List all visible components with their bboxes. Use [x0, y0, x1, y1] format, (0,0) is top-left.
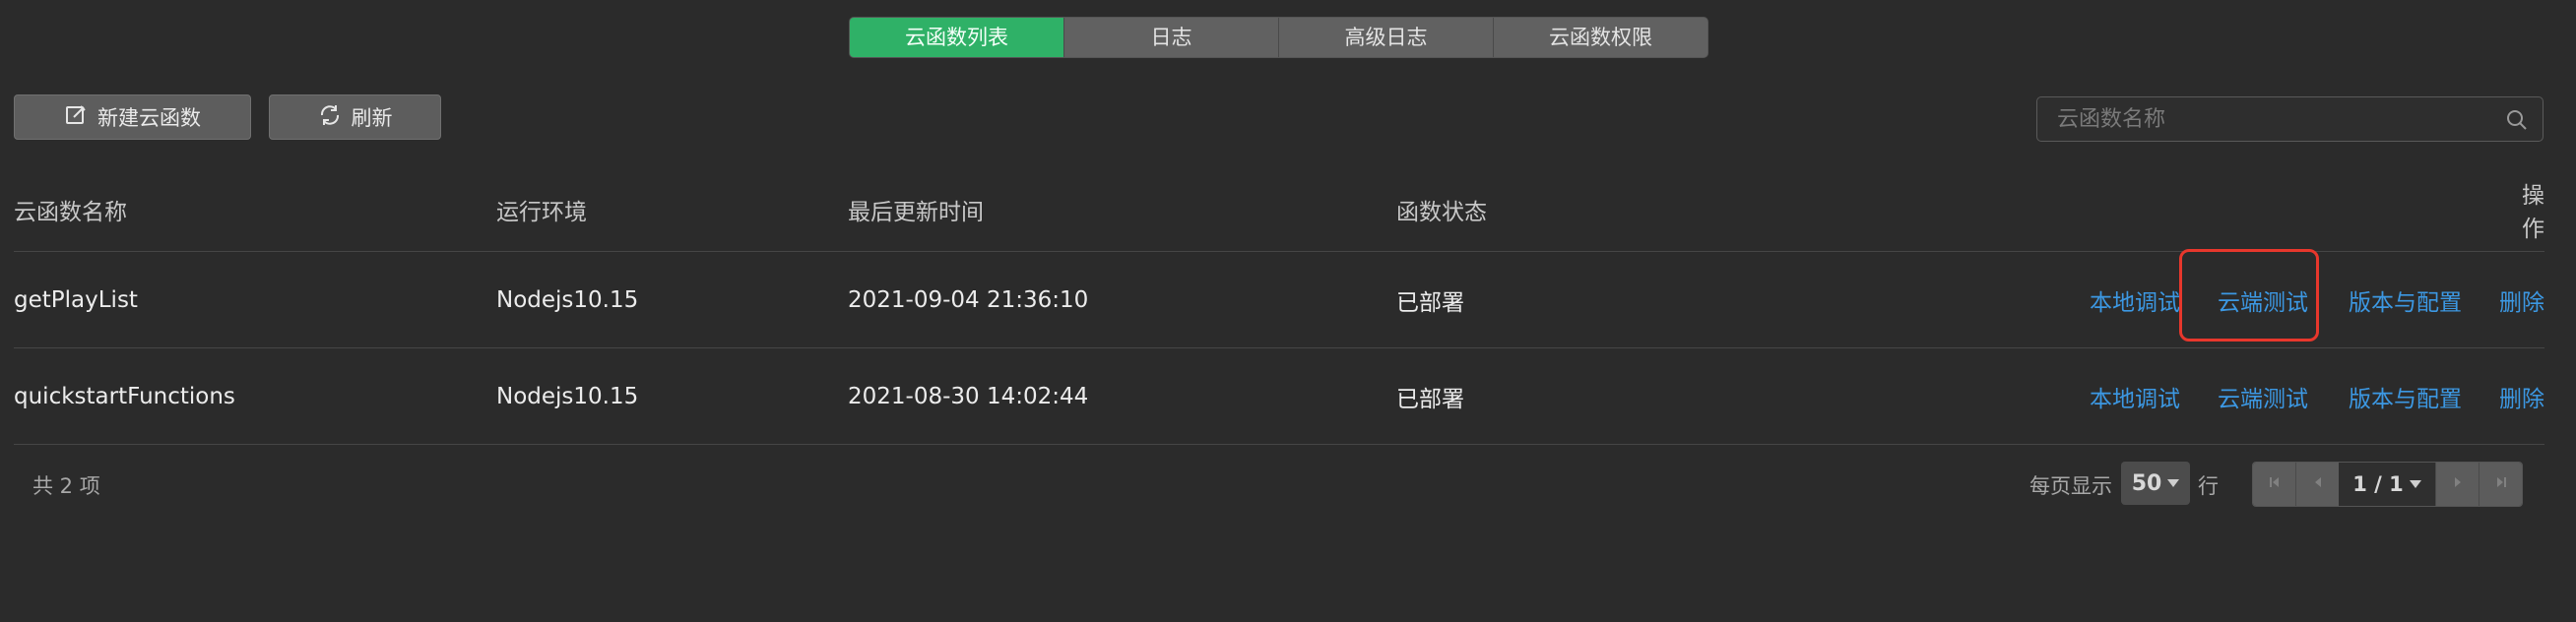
- function-status: 已部署: [1396, 289, 1464, 316]
- tab-advanced-logs[interactable]: 高级日志: [1278, 18, 1493, 57]
- function-table: 云函数名称 运行环境 最后更新时间 函数状态 操作 getPlayList No…: [14, 167, 2544, 445]
- tab-bar: 云函数列表 日志 高级日志 云函数权限: [849, 17, 1708, 58]
- page-indicator: 1 / 1: [2352, 472, 2404, 496]
- function-updated: 2021-08-30 14:02:44: [848, 383, 1089, 409]
- function-name: quickstartFunctions: [14, 383, 235, 409]
- per-page-value: 50: [2131, 470, 2162, 496]
- header-updated: 最后更新时间: [848, 199, 984, 225]
- total-count: 共 2 项: [32, 474, 100, 498]
- new-function-button[interactable]: 新建云函数: [14, 94, 251, 140]
- page-select[interactable]: 1 / 1: [2339, 463, 2435, 506]
- header-name: 云函数名称: [14, 199, 127, 225]
- refresh-button[interactable]: 刷新: [269, 94, 441, 140]
- local-debug-link[interactable]: 本地调试: [2090, 283, 2180, 317]
- table-header: 云函数名称 运行环境 最后更新时间 函数状态 操作: [14, 167, 2544, 252]
- per-page-select[interactable]: 50: [2121, 462, 2190, 505]
- version-config-link[interactable]: 版本与配置: [2349, 283, 2462, 317]
- first-page-icon: [2267, 474, 2283, 494]
- header-status: 函数状态: [1396, 199, 1487, 225]
- tab-logs[interactable]: 日志: [1063, 18, 1278, 57]
- delete-link[interactable]: 删除: [2499, 380, 2544, 413]
- cloud-test-link[interactable]: 云端测试: [2218, 283, 2308, 317]
- tab-function-permissions[interactable]: 云函数权限: [1493, 18, 1707, 57]
- first-page-button[interactable]: [2253, 463, 2295, 506]
- header-runtime: 运行环境: [496, 199, 587, 225]
- cloud-test-link[interactable]: 云端测试: [2218, 380, 2308, 413]
- refresh-icon: [318, 103, 342, 132]
- next-page-button[interactable]: [2435, 463, 2479, 506]
- delete-link[interactable]: 删除: [2499, 283, 2544, 317]
- edit-icon: [64, 103, 88, 132]
- function-status: 已部署: [1396, 386, 1464, 412]
- row-actions: 本地调试 云端测试 版本与配置 删除: [1954, 348, 2544, 444]
- search-input[interactable]: [2037, 97, 2543, 141]
- function-updated: 2021-09-04 21:36:10: [848, 286, 1089, 313]
- header-ops-label: 操作: [2522, 182, 2544, 242]
- pagination: 1 / 1: [2252, 462, 2523, 507]
- new-function-label: 新建云函数: [97, 106, 201, 130]
- search-box: [2036, 96, 2544, 142]
- function-name: getPlayList: [14, 286, 138, 313]
- table-row: quickstartFunctions Nodejs10.15 2021-08-…: [14, 348, 2544, 445]
- next-page-icon: [2450, 474, 2466, 494]
- tab-function-list[interactable]: 云函数列表: [850, 18, 1063, 57]
- chevron-down-icon: [2409, 480, 2421, 488]
- per-page-label: 每页显示: [2029, 474, 2112, 498]
- row-actions: 本地调试 云端测试 版本与配置 删除: [1954, 252, 2544, 347]
- chevron-down-icon: [2167, 479, 2180, 487]
- function-runtime: Nodejs10.15: [496, 286, 639, 313]
- search-icon[interactable]: [2505, 108, 2529, 132]
- function-runtime: Nodejs10.15: [496, 383, 639, 409]
- prev-page-icon: [2310, 474, 2326, 494]
- local-debug-link[interactable]: 本地调试: [2090, 380, 2180, 413]
- version-config-link[interactable]: 版本与配置: [2349, 380, 2462, 413]
- prev-page-button[interactable]: [2295, 463, 2339, 506]
- row-unit-label: 行: [2198, 474, 2219, 498]
- refresh-label: 刷新: [351, 106, 393, 130]
- table-row: getPlayList Nodejs10.15 2021-09-04 21:36…: [14, 252, 2544, 348]
- last-page-button[interactable]: [2479, 463, 2522, 506]
- last-page-icon: [2493, 474, 2509, 494]
